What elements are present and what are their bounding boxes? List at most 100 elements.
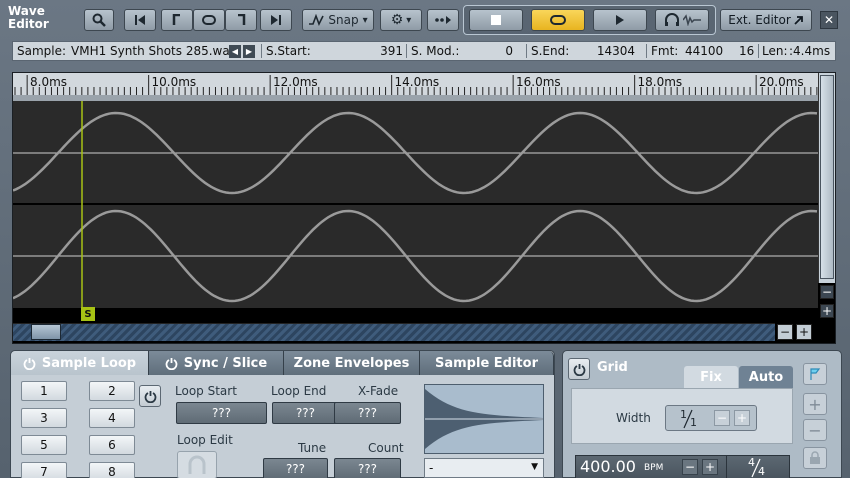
prev-sample-button[interactable]: ◀: [229, 45, 241, 58]
bpm-decrement-button[interactable]: −: [682, 459, 698, 475]
sample-start-marker[interactable]: S: [81, 307, 95, 321]
loop-power-button[interactable]: [139, 385, 161, 407]
loop-playback-button[interactable]: [531, 9, 585, 31]
ruler-tick-label: 8.0ms: [30, 75, 68, 89]
tab-zone-envelopes[interactable]: Zone Envelopes: [284, 351, 420, 375]
xfade-field[interactable]: ???: [334, 402, 401, 424]
magnifier-icon: [92, 13, 106, 27]
loop-slot-label: 2: [108, 384, 116, 398]
count-label: Count: [368, 441, 404, 455]
loop-slot-button[interactable]: 2: [89, 381, 135, 401]
play-button[interactable]: [593, 9, 647, 31]
loop-start-button[interactable]: [161, 9, 193, 31]
grid-power-button[interactable]: [568, 358, 590, 380]
audition-button[interactable]: [655, 9, 709, 31]
sample-mod-value[interactable]: 0: [483, 44, 513, 58]
loop-slot-button[interactable]: 7: [21, 462, 67, 478]
separator: [261, 44, 262, 58]
length-label: Len:: [762, 44, 788, 58]
loop-edit-button[interactable]: [177, 451, 217, 478]
ruler-tick-label: 18.0ms: [637, 75, 683, 89]
time-ruler[interactable]: 8.0ms 10.0ms 12.0ms 14.0ms 16.0ms 18.0ms 20.0m…: [13, 73, 818, 95]
loop-slot-button[interactable]: 1: [21, 381, 67, 401]
tab-sync-slice[interactable]: Sync / Slice: [149, 351, 284, 375]
snap-dropdown[interactable]: Snap ▾: [302, 9, 374, 31]
vertical-zoom-out-button[interactable]: −: [820, 285, 834, 299]
separator: [758, 44, 759, 58]
vertical-zoom-thumb[interactable]: [820, 75, 834, 279]
external-editor-button[interactable]: Ext. Editor: [720, 9, 812, 31]
loop-slot-button[interactable]: 3: [21, 408, 67, 428]
tab-sample-loop[interactable]: Sample Loop: [11, 351, 149, 375]
bpm-unit: BPM: [644, 463, 664, 473]
tune-field[interactable]: ???: [263, 458, 328, 478]
loop-start-bracket-icon: [172, 14, 180, 25]
loop-end-field[interactable]: ???: [272, 402, 339, 424]
tab-grid-fix[interactable]: Fix: [684, 366, 738, 388]
stop-button[interactable]: [469, 9, 523, 31]
grid-remove-button[interactable]: −: [803, 419, 827, 441]
width-decrement-button[interactable]: −: [714, 410, 730, 426]
power-icon: [573, 363, 585, 376]
separator: [526, 44, 527, 58]
tempo-field[interactable]: 400.00 BPM − + 4 4: [575, 455, 790, 478]
minus-icon: −: [716, 411, 728, 425]
waveform-canvas[interactable]: [13, 101, 818, 323]
plus-icon: +: [736, 411, 748, 425]
skip-to-end-icon: [271, 15, 281, 25]
loop-end-button[interactable]: [225, 9, 257, 31]
sample-start-value[interactable]: 391: [361, 44, 403, 58]
go-to-end-button[interactable]: [260, 9, 292, 31]
horizontal-zoom-in-button[interactable]: +: [796, 324, 812, 340]
bpm-increment-button[interactable]: +: [702, 459, 718, 475]
close-button[interactable]: ✕: [820, 11, 838, 29]
next-sample-button[interactable]: ▶: [243, 45, 255, 58]
grid-lock-button[interactable]: [803, 447, 827, 469]
go-to-start-button[interactable]: [124, 9, 156, 31]
minus-icon: −: [808, 420, 822, 440]
sample-start-label: S.Start:: [266, 44, 311, 58]
crossfade-type-value: -: [429, 461, 434, 475]
ruler-tick-label: 10.0ms: [151, 75, 197, 89]
loop-slot-button[interactable]: 4: [89, 408, 135, 428]
settings-caret-icon: ▾: [406, 14, 412, 26]
minus-icon: −: [821, 285, 833, 299]
loop-button[interactable]: [193, 9, 225, 31]
settings-dropdown[interactable]: ⚙ ▾: [380, 9, 422, 31]
ruler-tick-label: 14.0ms: [394, 75, 440, 89]
sample-start-marker-label: S: [84, 308, 92, 320]
grid-pencil-button[interactable]: [803, 363, 827, 385]
horizontal-zoom-out-button[interactable]: −: [777, 324, 793, 340]
width-label: Width: [616, 411, 651, 425]
bpm-value: 400.00: [580, 457, 636, 476]
tab-grid-fix-label: Fix: [700, 369, 722, 385]
waveform-view[interactable]: 8.0ms 10.0ms 12.0ms 14.0ms 16.0ms 18.0ms 20.0m…: [12, 72, 836, 344]
power-icon: [165, 357, 178, 370]
width-fraction-field[interactable]: 1 1 − +: [665, 405, 757, 431]
crossfade-type-dropdown[interactable]: - ▼: [424, 458, 544, 478]
vertical-zoom-in-button[interactable]: +: [820, 304, 834, 318]
sync-button[interactable]: [427, 9, 459, 31]
tab-sample-editor[interactable]: Sample Editor: [420, 351, 554, 375]
tab-sample-editor-label: Sample Editor: [435, 355, 538, 371]
loop-playback-icon: [550, 15, 566, 25]
sample-end-value[interactable]: 14304: [591, 44, 635, 58]
sample-info-bar: Sample: VMH1 Synth Shots 285.wa ◀ ▶ S.St…: [12, 41, 836, 61]
loop-slot-button[interactable]: 6: [89, 435, 135, 455]
width-increment-button[interactable]: +: [734, 410, 750, 426]
format-label: Fmt:: [651, 44, 679, 58]
horizontal-scroll-thumb[interactable]: [31, 324, 61, 340]
grid-add-button[interactable]: +: [803, 393, 827, 415]
grid-fix-content: Width 1 1 − +: [571, 388, 793, 444]
format-bits: 16: [739, 44, 755, 58]
horizontal-scrollbar[interactable]: [13, 323, 775, 341]
loop-slot-label: 3: [40, 411, 48, 425]
tab-grid-auto[interactable]: Auto: [739, 366, 793, 388]
separator: [406, 44, 407, 58]
zoom-button[interactable]: [84, 9, 114, 31]
loop-slot-button[interactable]: 5: [21, 435, 67, 455]
loop-start-field[interactable]: ???: [176, 402, 267, 424]
count-field[interactable]: ???: [334, 458, 401, 478]
loop-slot-button[interactable]: 8: [89, 462, 135, 478]
tune-label: Tune: [298, 441, 327, 455]
